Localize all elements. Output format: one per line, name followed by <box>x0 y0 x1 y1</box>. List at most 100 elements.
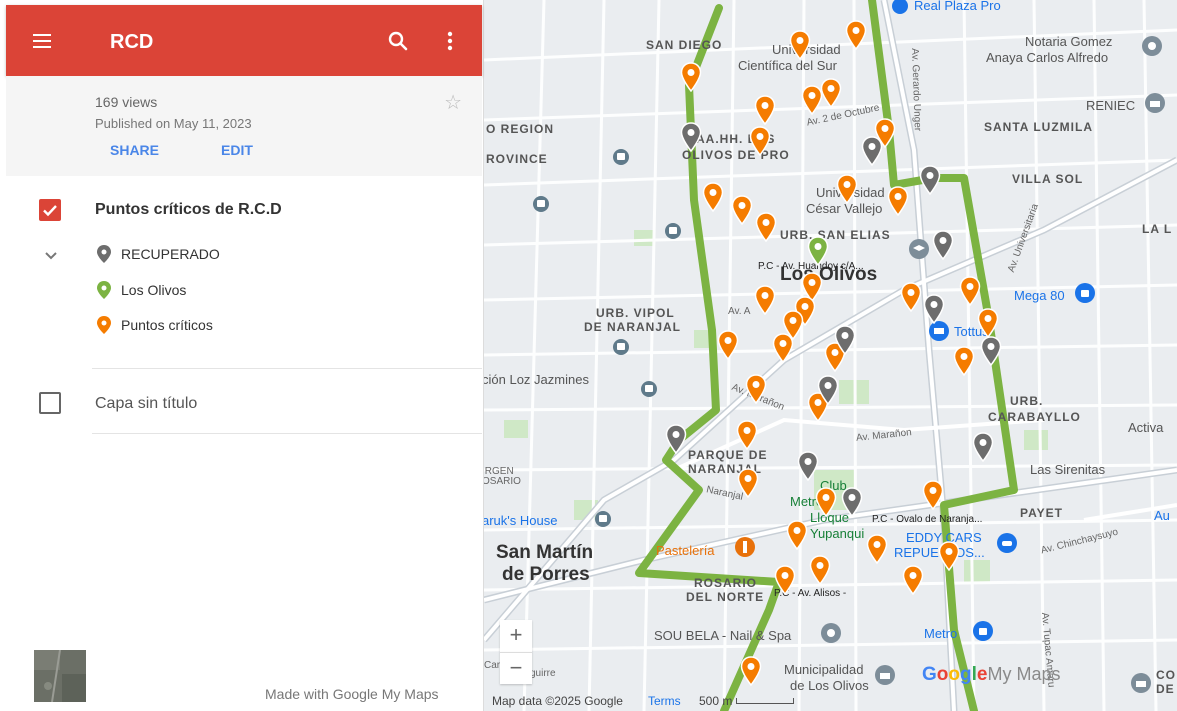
map-marker-orange[interactable] <box>786 520 808 550</box>
map-attribution: Map data ©2025 Google Terms 500 m <box>484 690 1177 711</box>
map-marker-orange[interactable] <box>745 374 767 404</box>
map-marker-orange[interactable] <box>902 565 924 595</box>
map-marker-orange[interactable] <box>953 346 975 376</box>
map-pin-icon <box>665 424 687 454</box>
map-marker-gray[interactable] <box>680 122 702 152</box>
map-marker-green[interactable] <box>807 236 829 266</box>
bus-stop-icon[interactable] <box>612 338 630 356</box>
shopping-icon[interactable] <box>889 0 911 16</box>
checkmark-icon <box>43 205 57 217</box>
map-marker-gray[interactable] <box>980 336 1002 366</box>
app-root: RCD 169 views Published on May 11, 2023 … <box>0 0 1177 711</box>
map-marker-orange[interactable] <box>938 541 960 571</box>
scale-bar <box>736 698 794 704</box>
map-pin-icon <box>977 308 999 338</box>
map-marker-orange[interactable] <box>680 62 702 92</box>
map-marker-gray[interactable] <box>919 165 941 195</box>
map-pin-icon <box>97 281 111 299</box>
bus-stop-icon[interactable] <box>612 148 630 166</box>
map-pin-icon <box>861 136 883 166</box>
map-marker-orange[interactable] <box>737 468 759 498</box>
map-marker-gray[interactable] <box>932 230 954 260</box>
star-outline-icon[interactable]: ☆ <box>444 90 462 115</box>
map-marker-orange[interactable] <box>836 174 858 204</box>
map-label: aruk's House <box>484 513 558 528</box>
map-marker-gray[interactable] <box>834 325 856 355</box>
terms-link[interactable]: Terms <box>648 694 681 708</box>
hamburger-icon[interactable] <box>30 29 54 53</box>
map-marker-orange[interactable] <box>977 308 999 338</box>
map-label: Real Plaza Pro <box>914 0 1001 13</box>
map-marker-gray[interactable] <box>841 487 863 517</box>
zoom-out-button[interactable]: − <box>500 652 532 684</box>
share-button[interactable]: SHARE <box>110 142 159 158</box>
map-marker-orange[interactable] <box>754 285 776 315</box>
map-marker-gray[interactable] <box>665 424 687 454</box>
map-label: URB. VIPOL <box>596 306 675 320</box>
map-marker-orange[interactable] <box>900 282 922 312</box>
map-marker-orange[interactable] <box>772 333 794 363</box>
map-marker-gray[interactable] <box>923 294 945 324</box>
map-pin-icon <box>834 325 856 355</box>
map-label: LA L <box>1142 222 1173 236</box>
map-pin-icon <box>731 195 753 225</box>
map-pin-icon <box>772 333 794 363</box>
more-vert-icon[interactable] <box>438 29 462 53</box>
side-panel: RCD 169 views Published on May 11, 2023 … <box>0 0 484 711</box>
map-pin-icon <box>836 174 858 204</box>
layer-checkbox-checked[interactable] <box>39 199 61 221</box>
edit-button[interactable]: EDIT <box>221 142 253 158</box>
map-marker-orange[interactable] <box>815 487 837 517</box>
bus-stop-icon[interactable] <box>640 380 658 398</box>
map-marker-gray[interactable] <box>861 136 883 166</box>
basemap-thumbnail[interactable] <box>34 650 86 702</box>
shopping-icon[interactable] <box>972 620 994 642</box>
divider <box>92 433 482 434</box>
map-marker-orange[interactable] <box>809 555 831 585</box>
government-icon[interactable] <box>1144 92 1166 114</box>
map-marker-orange[interactable] <box>845 20 867 50</box>
map-marker-orange[interactable] <box>887 186 909 216</box>
map-marker-orange[interactable] <box>702 182 724 212</box>
map-marker-orange[interactable] <box>754 95 776 125</box>
map-marker-orange[interactable] <box>749 126 771 156</box>
place-icon[interactable] <box>1141 35 1163 57</box>
map-marker-orange[interactable] <box>731 195 753 225</box>
map-pin-icon <box>902 565 924 595</box>
map-pin-icon <box>809 555 831 585</box>
map-pin-icon <box>702 182 724 212</box>
zoom-in-button[interactable]: + <box>500 620 532 652</box>
map-marker-orange[interactable] <box>736 420 758 450</box>
map-marker-orange[interactable] <box>959 276 981 306</box>
map-marker-orange[interactable] <box>774 565 796 595</box>
map-marker-gray[interactable] <box>817 375 839 405</box>
map-marker-orange[interactable] <box>866 534 888 564</box>
car-shop-icon[interactable] <box>996 532 1018 554</box>
chevron-down-icon[interactable] <box>44 248 58 260</box>
map-marker-gray[interactable] <box>972 432 994 462</box>
government-icon[interactable] <box>874 664 896 686</box>
bus-stop-icon[interactable] <box>664 222 682 240</box>
map-marker-gray[interactable] <box>797 451 819 481</box>
published-date: Published on May 11, 2023 <box>95 116 252 131</box>
map-pin-icon <box>845 20 867 50</box>
map-canvas[interactable]: SAN DIEGO Universidad Científica del Sur… <box>484 0 1177 711</box>
map-label: Mega 80 <box>1014 288 1065 303</box>
spa-icon[interactable] <box>820 622 842 644</box>
map-marker-orange[interactable] <box>922 480 944 510</box>
map-marker-orange[interactable] <box>755 212 777 242</box>
map-pin-icon <box>938 541 960 571</box>
layer-checkbox-unchecked[interactable] <box>39 392 61 414</box>
bus-stop-icon[interactable] <box>532 195 550 213</box>
school-icon[interactable] <box>908 238 930 260</box>
map-label: P.C - Ovalo de Naranja... <box>872 514 983 525</box>
map-marker-orange[interactable] <box>740 656 762 686</box>
shopping-icon[interactable] <box>1074 282 1096 304</box>
search-icon[interactable] <box>386 29 410 53</box>
bus-stop-icon[interactable] <box>594 510 612 528</box>
map-marker-orange[interactable] <box>717 330 739 360</box>
map-pin-icon <box>922 480 944 510</box>
map-marker-orange[interactable] <box>789 30 811 60</box>
restaurant-icon[interactable] <box>734 536 756 558</box>
map-marker-orange[interactable] <box>820 78 842 108</box>
